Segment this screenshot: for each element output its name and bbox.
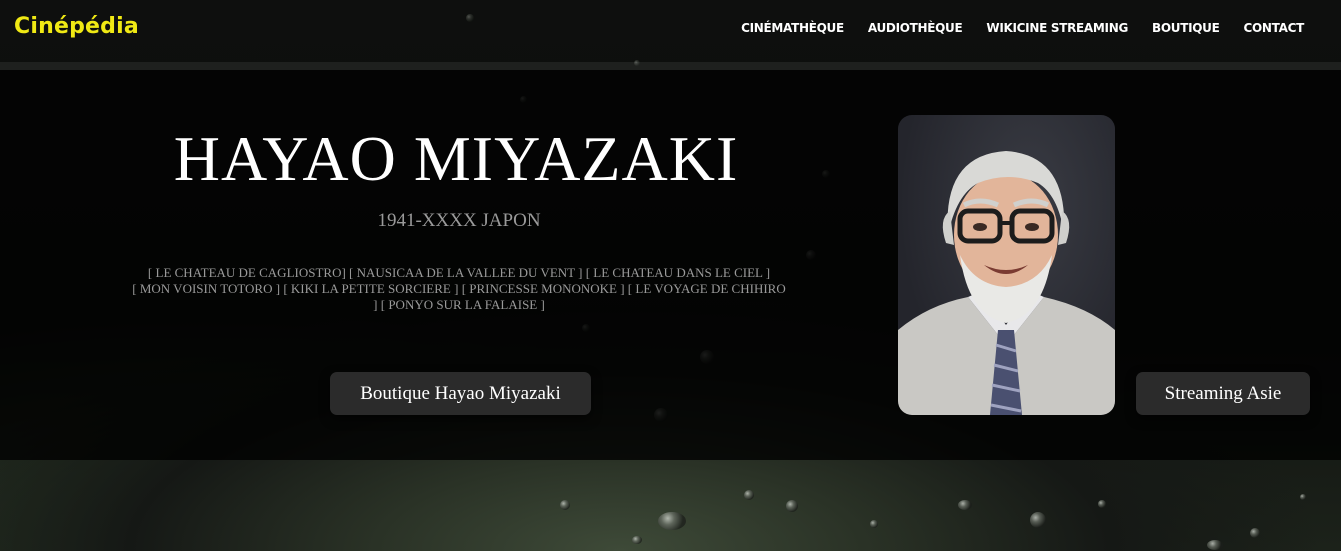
nav-item-boutique[interactable]: BOUTIQUE [1152, 21, 1220, 35]
filmography-line: [ MON VOISIN TOTORO ] [ KIKI LA PETITE S… [132, 281, 786, 296]
filmography-list: [ LE CHATEAU DE CAGLIOSTRO] [ NAUSICAA D… [103, 265, 815, 313]
director-portrait-image [898, 115, 1115, 415]
streaming-asie-button[interactable]: Streaming Asie [1136, 372, 1310, 415]
nav-item-contact[interactable]: CONTACT [1244, 21, 1305, 35]
director-name-title: HAYAO MIYAZAKI [173, 123, 739, 194]
boutique-director-button[interactable]: Boutique Hayao Miyazaki [330, 372, 591, 415]
director-hero-panel: HAYAO MIYAZAKI 1941-XXXX JAPON [ LE CHAT… [0, 70, 1341, 460]
nav-item-wikicine-streaming[interactable]: WIKICINE STREAMING [986, 21, 1128, 35]
filmography-line: [ LE CHATEAU DE CAGLIOSTRO] [ NAUSICAA D… [147, 265, 771, 280]
filmography-line: ] [ PONYO SUR LA FALAISE ] [373, 297, 545, 312]
portrait-illustration [898, 151, 1115, 415]
top-navbar: Cinépédia CINÉMATHÈQUE AUDIOTHÈQUE WIKIC… [0, 0, 1341, 62]
director-dates-country: 1941-XXXX JAPON [377, 210, 541, 231]
main-nav: CINÉMATHÈQUE AUDIOTHÈQUE WIKICINE STREAM… [741, 21, 1304, 35]
navbar-divider [0, 62, 1341, 70]
nav-item-cinematheque[interactable]: CINÉMATHÈQUE [741, 21, 844, 35]
nav-item-audiotheque[interactable]: AUDIOTHÈQUE [868, 21, 963, 35]
brand-logo[interactable]: Cinépédia [14, 14, 139, 39]
